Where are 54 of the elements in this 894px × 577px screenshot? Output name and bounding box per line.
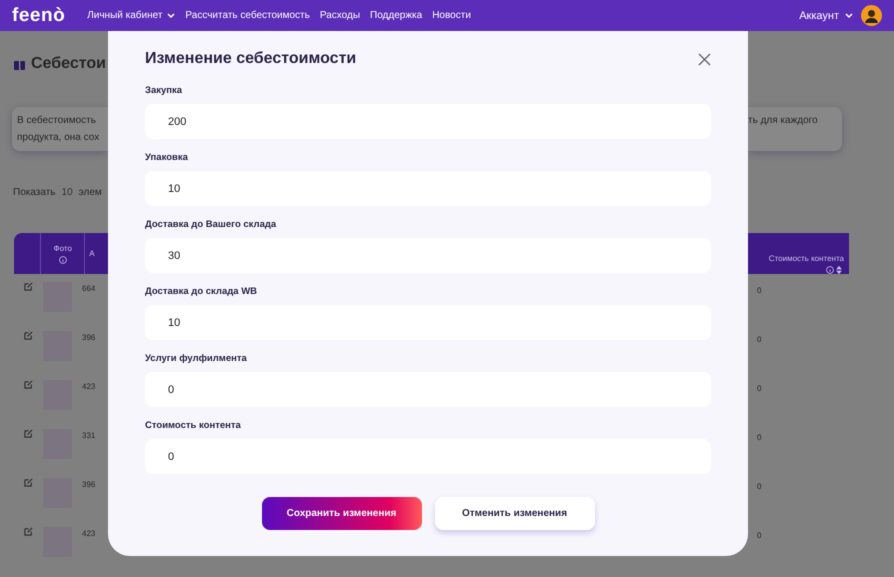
- field-label: Упаковка: [145, 152, 189, 165]
- field-label: Доставка до склада WB: [145, 286, 258, 299]
- table-cell: 0: [757, 286, 762, 295]
- dialog-title: Изменение себестоимости: [145, 50, 356, 68]
- table-cell: 0: [757, 482, 762, 491]
- edit-icon[interactable]: [24, 380, 33, 389]
- table-cell: 0: [757, 433, 762, 442]
- table-cell: 0: [757, 335, 762, 344]
- edit-icon[interactable]: [24, 282, 33, 291]
- table-cell: 0: [757, 531, 762, 540]
- logo[interactable]: feenò: [12, 4, 66, 26]
- field-label: Услуги фулфилмента: [145, 353, 248, 366]
- nav-link[interactable]: Рассчитать себестоимость: [185, 10, 310, 21]
- nav-link[interactable]: Новости: [432, 10, 471, 21]
- input-field[interactable]: 0: [145, 439, 711, 474]
- input-field[interactable]: 10: [145, 171, 711, 206]
- table-cell: 396: [82, 333, 96, 342]
- field-label: Стоимость контента: [145, 420, 242, 433]
- field-label: Закупка: [145, 85, 184, 98]
- info-card: В себестоимость продукта, она сох: [12, 107, 108, 151]
- page-title: Себестои: [31, 55, 106, 73]
- table-cell: 423: [82, 382, 96, 391]
- input-field[interactable]: 0: [145, 372, 711, 407]
- account-menu[interactable]: Аккаунт: [799, 10, 853, 22]
- cancel-button[interactable]: Отменить изменения: [434, 497, 594, 530]
- column-header[interactable]: Фото: [54, 244, 72, 252]
- edit-icon[interactable]: [24, 527, 33, 536]
- input-field[interactable]: 10: [145, 305, 711, 340]
- table-cell: 664: [82, 284, 96, 293]
- table-cell: 0: [757, 384, 762, 393]
- edit-icon[interactable]: [24, 429, 33, 438]
- info-card: ть для каждого: [748, 107, 842, 151]
- edit-icon[interactable]: [24, 478, 33, 487]
- nav-link[interactable]: Поддержка: [370, 10, 422, 21]
- close-button[interactable]: [698, 52, 711, 66]
- input-field[interactable]: 30: [145, 238, 711, 273]
- column-header[interactable]: А: [89, 249, 95, 258]
- gift-icon: [14, 58, 25, 70]
- info-icon: [58, 256, 67, 264]
- table-cell: 423: [82, 529, 96, 538]
- field-label: Доставка до Вашего склада: [145, 219, 278, 232]
- nav-link[interactable]: Расходы: [320, 10, 360, 21]
- table-cell: 396: [82, 480, 96, 489]
- nav-link[interactable]: Личный кабинет: [87, 10, 176, 21]
- show-suffix: элем: [78, 186, 102, 198]
- save-button[interactable]: Сохранить изменения: [262, 497, 422, 530]
- table-cell: 331: [82, 431, 96, 440]
- avatar[interactable]: [861, 5, 882, 26]
- show-label: Показать: [13, 186, 56, 198]
- caret-icon: [845, 12, 853, 18]
- input-field[interactable]: 200: [145, 104, 711, 139]
- edit-icon[interactable]: [24, 331, 33, 340]
- info-sort-icon[interactable]: [826, 266, 844, 274]
- column-header[interactable]: Стоимость контента: [768, 254, 844, 263]
